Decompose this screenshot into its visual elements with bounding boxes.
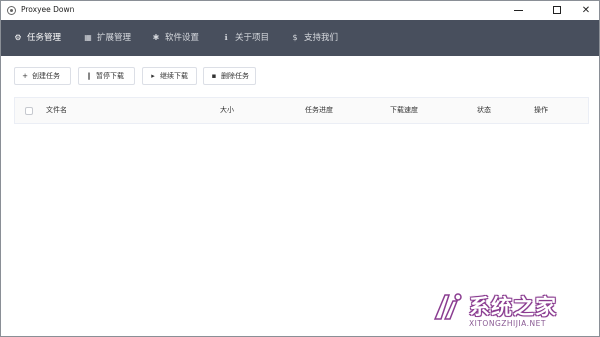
window-title: Proxyee Down [21,5,75,14]
delete-task-label: 删除任务 [221,72,249,80]
maximize-icon [553,6,561,14]
nav-item-support[interactable]: $ 支持我们 [290,20,338,56]
nav-item-settings[interactable]: ✱ 软件设置 [151,20,199,56]
nav-item-label: 支持我们 [304,33,339,43]
resume-download-label: 继续下载 [160,72,188,80]
minimize-icon [514,10,523,11]
nav-item-label: 任务管理 [27,33,62,43]
pause-download-label: 暂停下载 [96,72,124,80]
dollar-icon: $ [292,33,298,42]
task-icon: ⚙ [14,33,22,42]
column-header-progress[interactable]: 任务进度 [305,98,333,123]
main-nav: ⚙ 任务管理 ▦ 扩展管理 ✱ 软件设置 ℹ 关于项目 $ 支持我们 [1,20,599,56]
delete-task-button[interactable]: ▪ 删除任务 [203,67,256,85]
column-header-action[interactable]: 操作 [534,98,548,123]
column-header-status[interactable]: 状态 [477,98,491,123]
title-bar[interactable]: Proxyee Down ✕ [1,1,599,20]
trash-icon: ▪ [211,72,217,80]
app-logo-icon [7,6,16,15]
watermark-text: 系统之家 [469,295,557,319]
nav-item-about[interactable]: ℹ 关于项目 [221,20,269,56]
extension-icon: ▦ [84,33,92,42]
create-task-button[interactable]: + 创建任务 [14,67,71,85]
column-header-size[interactable]: 大小 [220,98,234,123]
task-toolbar: + 创建任务 ‖ 暂停下载 ▸ 继续下载 ▪ 删除任务 [1,67,599,85]
pause-icon: ‖ [87,72,91,80]
minimize-button[interactable] [505,1,533,20]
settings-icon: ✱ [152,33,160,42]
select-all-checkbox[interactable] [25,107,33,115]
resume-download-button[interactable]: ▸ 继续下载 [142,67,197,85]
info-icon: ℹ [224,33,228,42]
watermark: 系统之家 XITONGZHIJIA.NET [431,289,599,335]
nav-item-extension-management[interactable]: ▦ 扩展管理 [83,20,131,56]
nav-item-label: 关于项目 [235,33,270,43]
watermark-logo-icon [433,293,462,320]
app-window: Proxyee Down ✕ ⚙ 任务管理 ▦ 扩展管理 ✱ 软件设置 ℹ 关于项目 $… [0,0,600,337]
task-table-header: 文件名 大小 任务进度 下载速度 状态 操作 [14,97,589,124]
play-icon: ▸ [151,72,155,80]
nav-item-label: 扩展管理 [97,33,132,43]
column-header-filename[interactable]: 文件名 [46,98,67,123]
nav-item-task-management[interactable]: ⚙ 任务管理 [13,20,61,56]
create-task-label: 创建任务 [32,72,60,80]
nav-item-label: 软件设置 [165,33,200,43]
close-button[interactable]: ✕ [572,1,599,20]
column-header-speed[interactable]: 下载速度 [390,98,418,123]
close-icon: ✕ [581,5,591,16]
plus-icon: + [22,72,28,80]
pause-download-button[interactable]: ‖ 暂停下载 [78,67,135,85]
watermark-url: XITONGZHIJIA.NET [469,319,546,328]
maximize-button[interactable] [544,1,572,20]
